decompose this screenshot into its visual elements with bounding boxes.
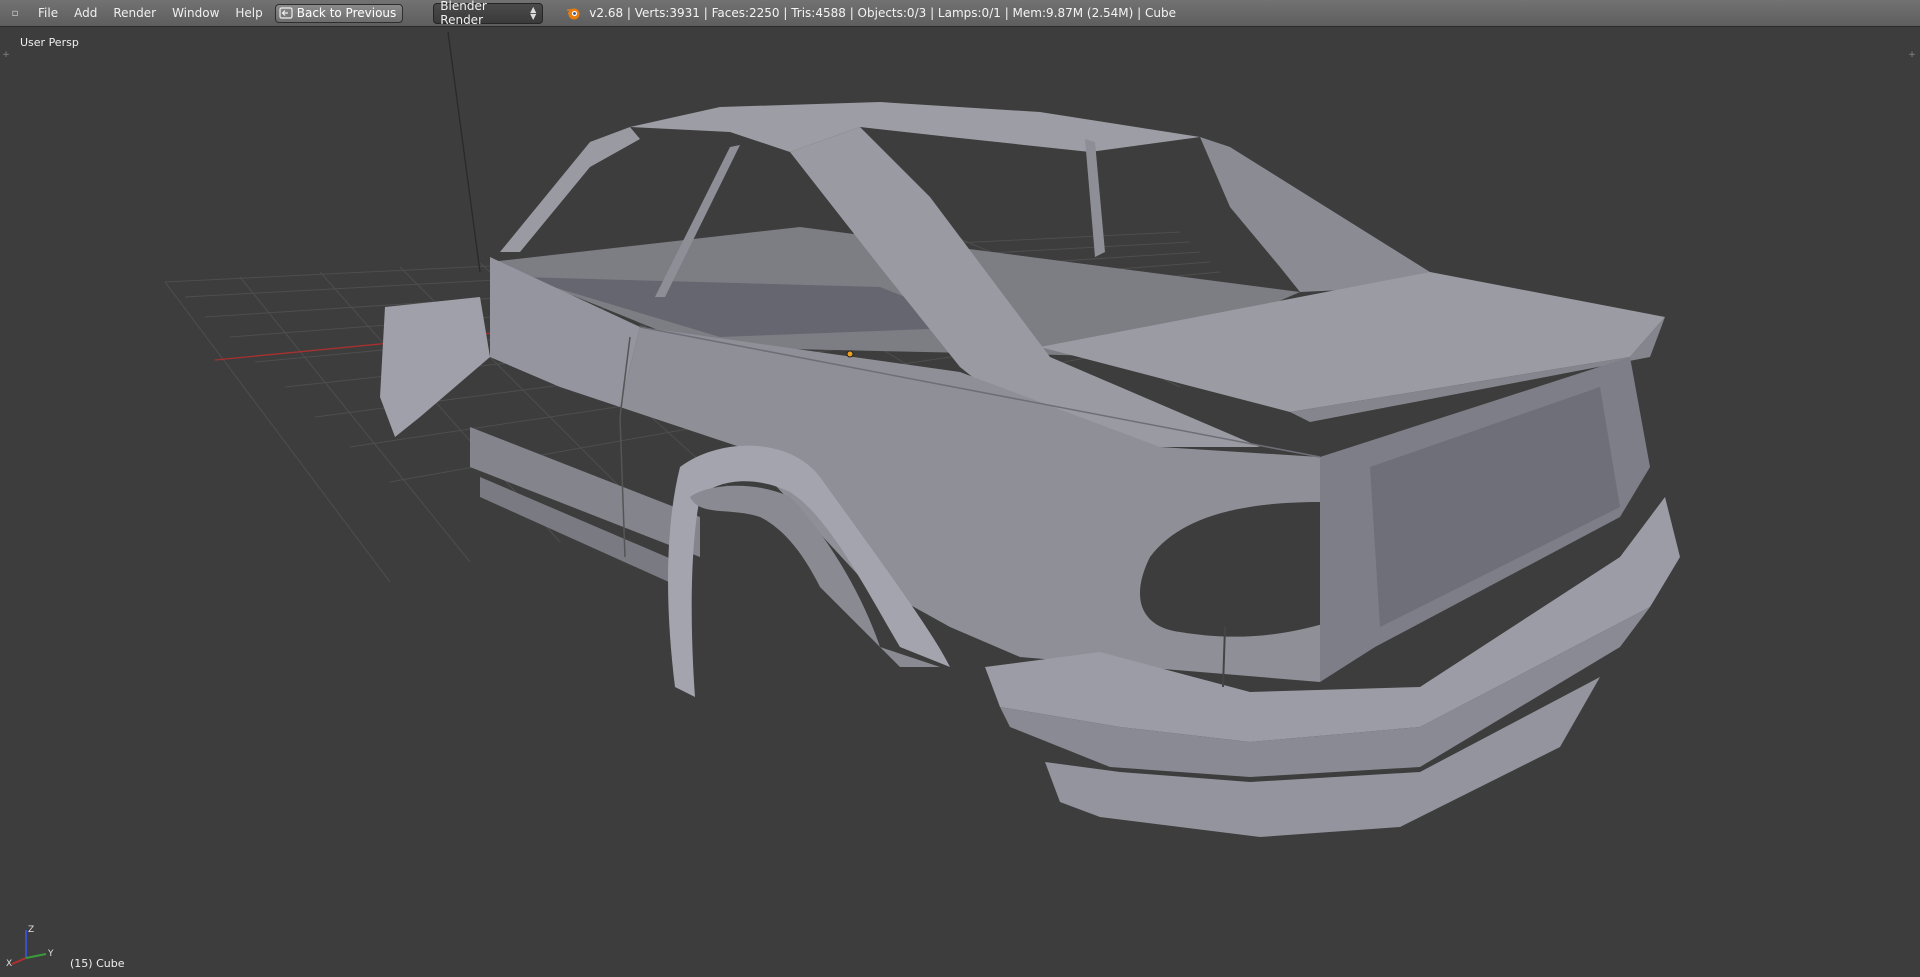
active-object-label: (15) Cube <box>70 957 125 970</box>
back-to-previous-label: Back to Previous <box>296 6 397 20</box>
screen-back-icon <box>279 7 293 19</box>
gizmo-z-label: Z <box>28 925 34 935</box>
viewport-scene[interactable] <box>0 27 1920 977</box>
menu-add[interactable]: Add <box>66 0 105 27</box>
menu-render[interactable]: Render <box>105 0 164 27</box>
z-axis-line <box>447 31 481 273</box>
gizmo-x-label: X <box>6 959 12 967</box>
blender-logo-icon <box>567 8 580 20</box>
view-perspective-label: User Persp <box>20 36 79 49</box>
header-bar: ▫ File Add Render Window Help Back to Pr… <box>0 0 1920 27</box>
editor-type-icon[interactable]: ▫ <box>6 5 24 21</box>
axis-gizmo: Z X Y <box>6 925 54 967</box>
back-to-previous-button[interactable]: Back to Previous <box>274 3 404 23</box>
car-mesh[interactable] <box>380 102 1680 837</box>
region-expand-right-icon[interactable]: + <box>1908 51 1916 60</box>
gizmo-y-line <box>25 953 47 959</box>
car-roof <box>630 102 1200 152</box>
object-origin <box>846 350 854 358</box>
select-arrows-icon: ▲ ▼ <box>530 5 537 21</box>
menu-file[interactable]: File <box>30 0 66 27</box>
car-front-fender <box>380 297 490 437</box>
gizmo-y-label: Y <box>47 949 54 959</box>
menu-help[interactable]: Help <box>227 0 270 27</box>
menu-window[interactable]: Window <box>164 0 227 27</box>
scene-statistics: v2.68 | Verts:3931 | Faces:2250 | Tris:4… <box>589 6 1176 20</box>
region-expand-left-icon[interactable]: + <box>2 51 10 60</box>
render-engine-select[interactable]: Blender Render ▲ ▼ <box>433 0 544 27</box>
car-a-pillar <box>500 127 640 252</box>
gizmo-x-line <box>11 957 27 965</box>
render-engine-value: Blender Render <box>440 0 487 27</box>
3d-viewport[interactable]: User Persp Z X Y (15) Cube + + <box>0 27 1920 977</box>
